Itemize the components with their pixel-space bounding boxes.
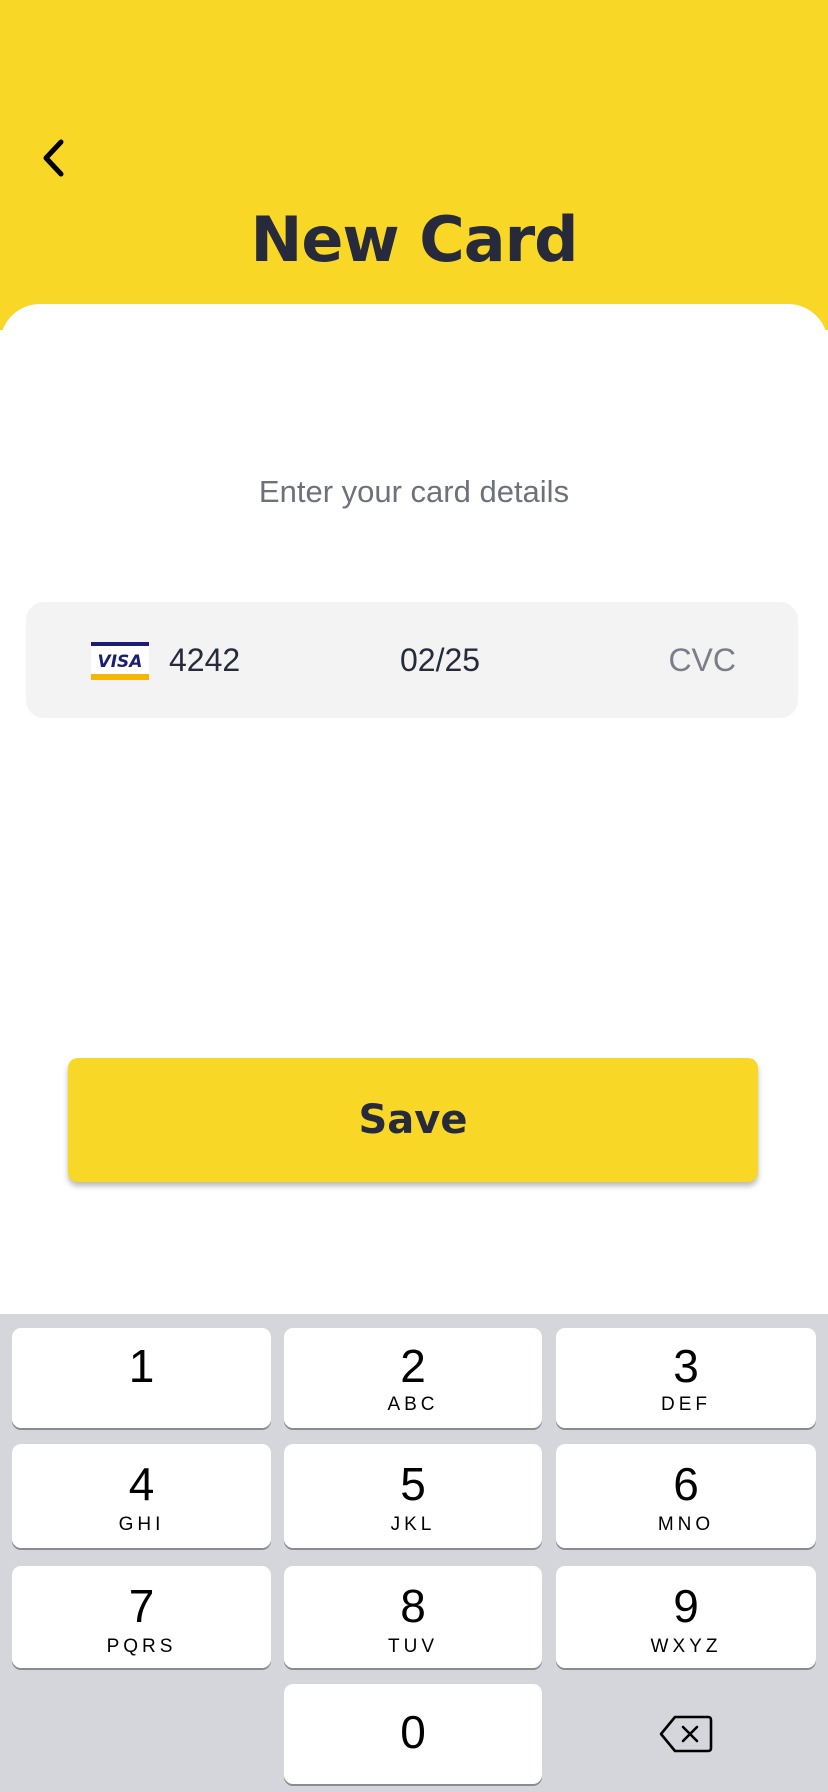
key-letters: TUV [388,1636,438,1657]
key-digit: 2 [400,1340,426,1392]
visa-logo-icon: VISA [91,642,149,680]
key-digit: 5 [400,1458,426,1510]
key-9[interactable]: 9 WXYZ [556,1566,816,1668]
key-letters: PQRS [106,1636,177,1657]
svg-text:VISA: VISA [98,652,143,672]
key-8[interactable]: 8 TUV [284,1566,542,1668]
key-1[interactable]: 1 [12,1328,271,1428]
key-4[interactable]: 4 GHI [12,1444,271,1548]
key-letters: JKL [390,1514,436,1535]
key-5[interactable]: 5 JKL [284,1444,542,1548]
page-title: New Card [250,203,578,276]
key-digit: 4 [128,1458,155,1510]
key-digit: 9 [673,1580,699,1632]
key-digit: 8 [400,1580,426,1632]
card-number-input[interactable]: 4242 [169,636,240,684]
key-3[interactable]: 3 DEF [556,1328,816,1428]
cvc-input[interactable]: CVC [668,636,736,684]
header: New Card [0,0,828,330]
expiry-input[interactable]: 02/25 [400,636,480,684]
key-digit: 1 [128,1340,155,1392]
key-7[interactable]: 7 PQRS [12,1566,271,1668]
backspace-icon [659,1715,713,1753]
key-2[interactable]: 2 ABC [284,1328,542,1428]
key-digit: 0 [400,1706,426,1758]
key-digit: 6 [673,1458,699,1510]
chevron-left-icon [43,139,64,177]
key-0[interactable]: 0 [284,1684,542,1784]
key-6[interactable]: 6 MNO [556,1444,816,1548]
key-digit: 7 [128,1580,155,1632]
save-button[interactable]: Save [68,1058,758,1182]
key-letters: GHI [118,1514,165,1535]
key-letters: MNO [657,1514,715,1535]
backspace-key[interactable] [556,1684,816,1784]
back-button[interactable] [30,130,76,186]
form-subtitle: Enter your card details [258,474,570,509]
key-letters: WXYZ [650,1636,722,1657]
card-details-field[interactable]: VISA 4242 02/25 CVC [26,602,798,718]
key-letters: DEF [661,1394,711,1415]
key-letters: ABC [387,1394,439,1415]
key-digit: 3 [673,1340,699,1392]
